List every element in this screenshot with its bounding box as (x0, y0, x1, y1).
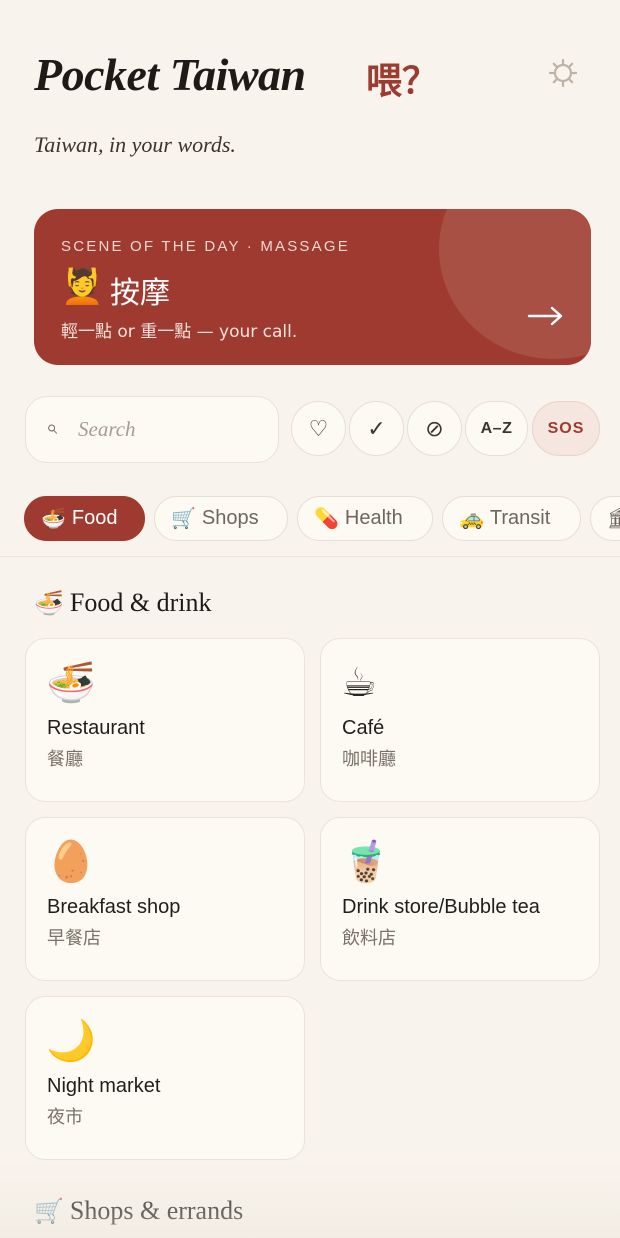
phrase-card-breakfast-shop[interactable]: 🥚 Breakfast shop 早餐店 (25, 817, 305, 981)
scene-kicker: SCENE OF THE DAY · MASSAGE (61, 238, 350, 255)
card-label-en: Restaurant (47, 717, 145, 739)
cart-icon: 🛒 (34, 1199, 64, 1225)
category-tabs: 🍜 Food 🛒 Shops 💊 Health 🚕 Transit 🏛 (0, 496, 620, 542)
noodle-icon: 🍜 (34, 591, 64, 617)
card-label-en: Night market (47, 1075, 161, 1097)
egg-icon: 🥚 (46, 840, 96, 884)
app-title: Pocket Taiwan (34, 49, 306, 100)
tab-label: Health (344, 507, 403, 529)
phrase-card-drink-store[interactable]: 🧋 Drink store/Bubble tea 飲料店 (320, 817, 600, 981)
noodle-icon: 🍜 (41, 508, 66, 530)
card-label-en: Café (342, 717, 385, 739)
tab-more[interactable]: 🏛 (590, 496, 620, 541)
card-label-en: Breakfast shop (47, 896, 181, 918)
tagline: Taiwan, in your words. (34, 132, 236, 157)
tab-transit[interactable]: 🚕 Transit (442, 496, 581, 541)
tab-food[interactable]: 🍜 Food (24, 496, 145, 541)
sort-az-button[interactable]: A–Z (465, 401, 528, 456)
scene-title: 按摩 (110, 276, 170, 311)
app-title-chinese: 喂？ (366, 60, 439, 102)
section-title-label: Shops & errands (69, 1196, 244, 1225)
coffee-icon: ☕ (341, 661, 377, 705)
taxi-icon: 🚕 (459, 508, 484, 530)
search-box[interactable]: ⌕ (25, 396, 279, 463)
section-title-label: Food & drink (69, 588, 212, 617)
building-icon: 🏛 (607, 508, 620, 530)
learned-filter-button[interactable]: ✓ (349, 401, 404, 456)
section-title-shops: 🛒 Shops & errands (34, 1196, 243, 1226)
section-title-food: 🍜 Food & drink (34, 588, 211, 618)
moon-icon: 🌙 (46, 1019, 96, 1063)
sos-button[interactable]: SOS (532, 401, 600, 456)
scene-subtitle: 輕一點 or 重一點 — your call. (61, 322, 298, 342)
cart-icon: 🛒 (171, 508, 196, 530)
search-input[interactable] (78, 411, 268, 447)
card-label-cn: 餐廳 (47, 749, 83, 770)
phrase-card-cafe[interactable]: ☕ Café 咖啡廳 (320, 638, 600, 802)
tab-health[interactable]: 💊 Health (297, 496, 433, 541)
scene-decor-circle (439, 209, 591, 359)
card-label-cn: 咖啡廳 (342, 749, 396, 770)
phrase-card-restaurant[interactable]: 🍜 Restaurant 餐廳 (25, 638, 305, 802)
pill-icon: 💊 (314, 508, 339, 530)
noodle-icon: 🍜 (46, 661, 96, 705)
card-label-cn: 飲料店 (342, 928, 396, 949)
favorites-filter-button[interactable]: ♡ (291, 401, 346, 456)
tab-label: Transit (489, 507, 551, 529)
gear-icon[interactable] (548, 58, 578, 88)
phrase-card-night-market[interactable]: 🌙 Night market 夜市 (25, 996, 305, 1160)
tab-shops[interactable]: 🛒 Shops (154, 496, 288, 541)
massage-icon: 💆 (61, 268, 104, 306)
app-header: Pocket Taiwan 喂？ (34, 48, 586, 108)
scene-of-the-day-card[interactable]: SCENE OF THE DAY · MASSAGE 💆 按摩 輕一點 or 重… (34, 209, 591, 365)
card-label-cn: 夜市 (47, 1107, 83, 1128)
check-icon: ✓ (367, 415, 386, 441)
card-label-en: Drink store/Bubble tea (342, 896, 540, 918)
divider (0, 556, 620, 557)
card-label-cn: 早餐店 (47, 928, 101, 949)
arrow-right-icon[interactable] (527, 299, 565, 333)
bubble-tea-icon: 🧋 (341, 840, 391, 884)
search-icon: ⌕ (46, 417, 58, 439)
tab-label: Shops (201, 507, 259, 529)
tab-label: Food (71, 507, 118, 529)
block-icon: ⊘ (425, 415, 444, 441)
hidden-filter-button[interactable]: ⊘ (407, 401, 462, 456)
heart-icon: ♡ (308, 415, 329, 441)
